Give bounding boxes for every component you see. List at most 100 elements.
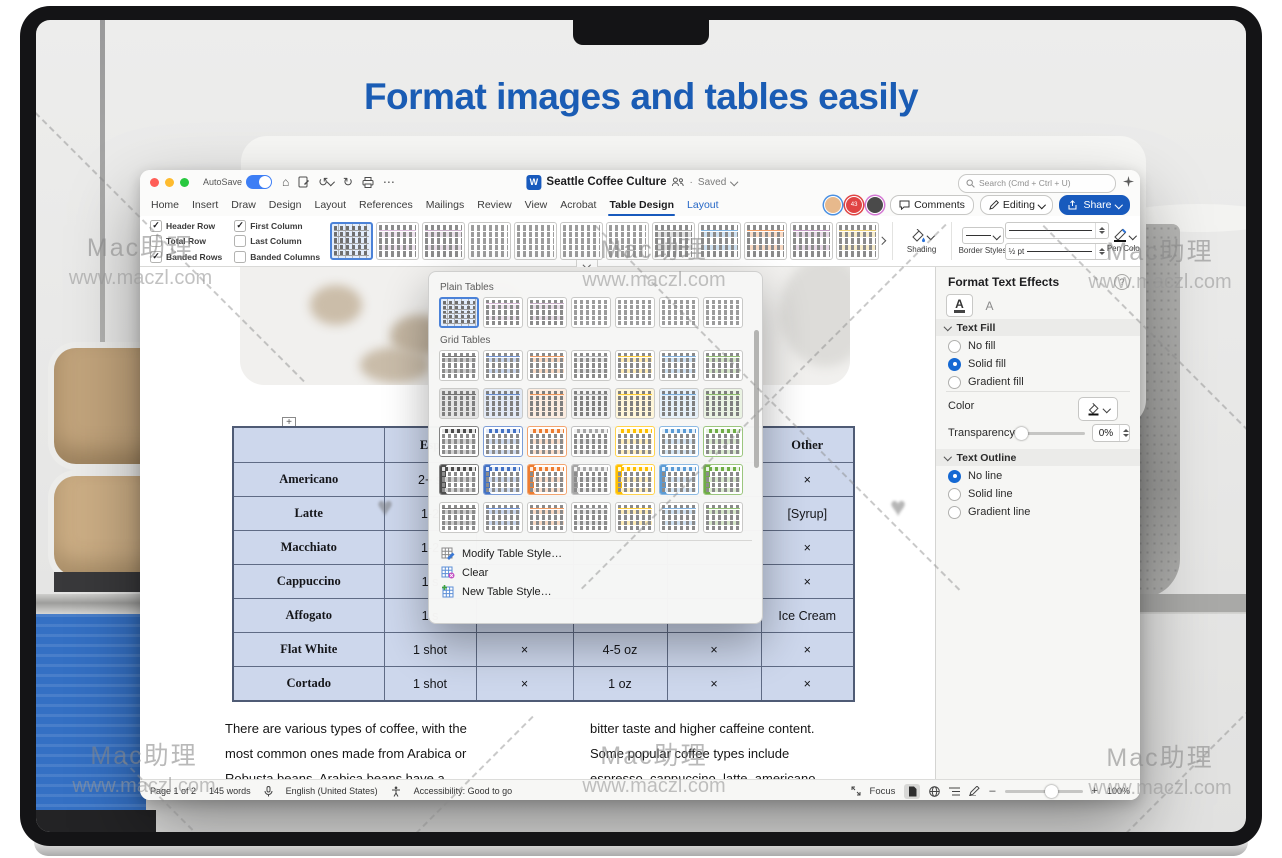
close-window-button[interactable] <box>150 178 159 187</box>
document-title[interactable]: Seattle Coffee Culture <box>546 176 666 188</box>
more-commands-icon[interactable]: ⋯ <box>383 175 395 189</box>
table-header-cell[interactable]: Other <box>761 427 854 463</box>
undo-icon[interactable]: ↺ <box>318 175 334 189</box>
table-style-thumb[interactable] <box>836 222 879 260</box>
autosave-control[interactable]: AutoSave <box>203 175 272 189</box>
gallery-more-button[interactable] <box>879 238 885 244</box>
border-styles-control[interactable]: Border Styles <box>959 227 1007 255</box>
table-style-thumb[interactable] <box>659 464 699 495</box>
editing-mode-button[interactable]: Editing <box>980 195 1054 215</box>
table-style-thumb[interactable] <box>703 297 743 328</box>
table-style-thumb[interactable] <box>439 350 479 381</box>
table-row-name[interactable]: Flat White <box>233 633 384 667</box>
accessibility-icon[interactable] <box>391 786 401 797</box>
table-style-thumb[interactable] <box>571 502 611 533</box>
table-cell[interactable]: 1 shot <box>384 633 476 667</box>
table-row-name[interactable]: Latte <box>233 497 384 531</box>
table-style-thumb[interactable] <box>703 350 743 381</box>
accessibility-status[interactable]: Accessibility: Good to go <box>414 786 513 796</box>
help-icon[interactable]: ? <box>1114 274 1130 290</box>
table-cell[interactable]: × <box>476 667 573 702</box>
text-outline-section-header[interactable]: Text Outline <box>936 449 1140 466</box>
language-indicator[interactable]: English (United States) <box>286 786 378 796</box>
table-style-thumb[interactable] <box>659 297 699 328</box>
option-no-fill[interactable]: No fill <box>948 339 1024 353</box>
tab-table-design[interactable]: Table Design <box>608 196 675 214</box>
table-cell[interactable]: × <box>667 633 761 667</box>
transparency-slider[interactable] <box>1014 432 1085 435</box>
table-style-thumb[interactable] <box>439 297 479 328</box>
zoom-slider[interactable] <box>1005 790 1083 793</box>
table-style-thumb[interactable] <box>615 426 655 457</box>
table-cell[interactable]: 4-5 oz <box>573 633 667 667</box>
table-row-name[interactable]: Affogato <box>233 599 384 633</box>
table-style-thumb[interactable] <box>615 464 655 495</box>
option-gradient-line[interactable]: Gradient line <box>948 505 1030 519</box>
table-style-thumb[interactable] <box>703 464 743 495</box>
zoom-in-button[interactable]: + <box>1092 785 1098 797</box>
table-style-thumb[interactable] <box>703 388 743 419</box>
tab-draw[interactable]: Draw <box>230 196 257 214</box>
table-cell[interactable]: × <box>761 633 854 667</box>
table-style-thumb[interactable] <box>659 426 699 457</box>
zoom-out-button[interactable]: – <box>989 785 995 797</box>
tab-acrobat[interactable]: Acrobat <box>559 196 597 214</box>
menu-item-new-table-style[interactable]: New Table Style… <box>439 582 752 601</box>
table-style-thumb[interactable] <box>527 464 567 495</box>
table-cell[interactable]: × <box>761 565 854 599</box>
table-style-thumb[interactable] <box>571 464 611 495</box>
word-count[interactable]: 145 words <box>209 786 251 796</box>
table-style-thumb[interactable] <box>571 297 611 328</box>
table-style-thumb[interactable] <box>659 388 699 419</box>
redo-icon[interactable]: ↻ <box>343 175 353 189</box>
table-style-thumb[interactable] <box>744 222 787 260</box>
tab-layout[interactable]: Layout <box>686 196 720 214</box>
table-style-thumb[interactable] <box>483 297 523 328</box>
table-style-thumb[interactable] <box>652 222 695 260</box>
zoom-level[interactable]: 100% <box>1107 786 1130 796</box>
print-icon[interactable] <box>362 177 374 188</box>
tab-review[interactable]: Review <box>476 196 512 214</box>
tab-text-fill-effects[interactable]: A <box>946 294 973 317</box>
checkbox-first-column[interactable]: ✓First Column <box>234 220 320 232</box>
checkbox-last-column[interactable]: Last Column <box>234 235 320 247</box>
border-line-style-select[interactable] <box>1005 222 1109 239</box>
tab-home[interactable]: Home <box>150 196 180 214</box>
tab-design[interactable]: Design <box>268 196 303 214</box>
web-layout-view-button[interactable] <box>929 786 940 797</box>
zoom-window-button[interactable] <box>180 178 189 187</box>
text-fill-section-header[interactable]: Text Fill <box>936 319 1140 336</box>
table-style-thumb[interactable] <box>483 464 523 495</box>
table-style-thumb[interactable] <box>439 464 479 495</box>
avatar[interactable]: 43 <box>845 196 863 214</box>
table-style-thumb[interactable] <box>560 222 603 260</box>
table-style-thumb[interactable] <box>527 297 567 328</box>
transparency-value[interactable]: 0% <box>1092 424 1130 442</box>
table-row-name[interactable]: Cappuccino <box>233 565 384 599</box>
body-text-left-column[interactable]: There are various types of coffee, with … <box>225 716 515 779</box>
table-cell[interactable]: × <box>761 667 854 702</box>
border-weight-select[interactable]: ½ pt <box>1005 243 1109 260</box>
table-cell[interactable]: Ice Cream <box>761 599 854 633</box>
table-style-thumb[interactable] <box>659 350 699 381</box>
checkbox-header-row[interactable]: ✓Header Row <box>150 220 222 232</box>
body-text-right-column[interactable]: bitter taste and higher caffeine content… <box>590 716 880 779</box>
shading-button[interactable]: Shading <box>900 229 944 254</box>
table-style-thumb[interactable] <box>527 350 567 381</box>
search-input[interactable]: Search (Cmd + Ctrl + U) <box>958 174 1116 193</box>
table-style-thumb[interactable] <box>571 350 611 381</box>
checkbox-banded-columns[interactable]: Banded Columns <box>234 251 320 263</box>
tab-mailings[interactable]: Mailings <box>425 196 466 214</box>
avatar[interactable] <box>866 196 884 214</box>
table-style-thumb[interactable] <box>483 388 523 419</box>
option-no-line[interactable]: No line <box>948 469 1030 483</box>
table-style-thumb[interactable] <box>483 350 523 381</box>
chevron-down-icon[interactable] <box>730 178 738 186</box>
tab-insert[interactable]: Insert <box>191 196 219 214</box>
print-layout-view-button[interactable] <box>904 784 920 799</box>
tab-text-outline-effects[interactable]: A <box>976 294 1003 317</box>
share-button[interactable]: Share <box>1059 195 1130 215</box>
table-style-thumb[interactable] <box>659 502 699 533</box>
table-cell[interactable]: 1 shot <box>384 667 476 702</box>
table-style-thumb[interactable] <box>330 222 373 260</box>
